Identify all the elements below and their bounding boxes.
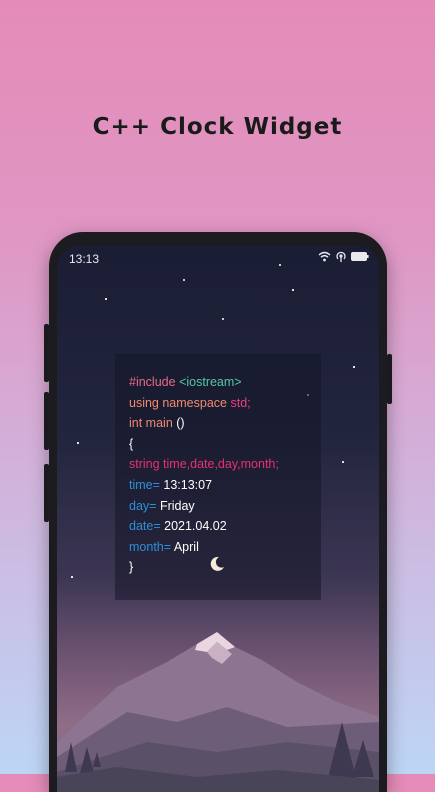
hotspot-icon: [336, 251, 346, 262]
star: [183, 279, 185, 281]
code-line-day: day= Friday: [129, 496, 279, 517]
code-line-month: month= April: [129, 537, 279, 558]
namespace-std: std;: [230, 395, 251, 410]
main-parens: (): [176, 416, 185, 431]
time-value: 13:13:07: [163, 477, 213, 492]
code-line-string-decl: string time,date,day,month;: [129, 457, 279, 472]
code-line-using: using namespace std;: [129, 393, 279, 414]
phone-side-button: [44, 464, 49, 522]
battery-icon: [351, 251, 369, 261]
star: [71, 576, 73, 578]
star: [342, 461, 344, 463]
code-line-main: int main (): [129, 413, 279, 434]
star: [222, 318, 224, 320]
clock-widget[interactable]: #include <iostream> using namespace std;…: [129, 372, 279, 578]
code-line-close-brace: }: [129, 560, 134, 575]
phone-side-button: [44, 392, 49, 450]
month-value: April: [173, 539, 199, 554]
using-keyword: using namespace: [129, 395, 227, 410]
star: [105, 298, 107, 300]
date-label: date=: [129, 519, 161, 534]
promo-title: C++ Clock Widget: [92, 114, 343, 140]
phone-side-button: [44, 324, 49, 382]
wifi-icon: [318, 251, 331, 261]
star: [77, 442, 79, 444]
day-label: day=: [129, 498, 157, 513]
status-time: 13:13: [69, 252, 100, 266]
code-line-open-brace: {: [129, 436, 134, 451]
star: [292, 289, 294, 291]
mountain-landscape: [57, 592, 379, 792]
main-keyword: int main: [129, 416, 173, 431]
day-value: Friday: [159, 498, 195, 513]
code-line-time: time= 13:13:07: [129, 475, 279, 496]
moon-icon: [210, 556, 224, 571]
date-value: 2021.04.02: [164, 519, 227, 534]
star: [353, 366, 355, 368]
status-icons: [318, 250, 369, 262]
phone-frame: 13:13 #include <iostream> using namespac…: [44, 232, 392, 792]
code-line-date: date= 2021.04.02: [129, 516, 279, 537]
status-bar: 13:13: [57, 246, 379, 270]
include-library: <iostream>: [179, 375, 242, 389]
phone-screen: 13:13 #include <iostream> using namespac…: [57, 246, 379, 792]
include-keyword: #include: [129, 375, 176, 389]
month-label: month=: [129, 539, 172, 554]
time-label: time=: [129, 477, 160, 492]
phone-power-button: [387, 354, 392, 404]
code-line-include: #include <iostream>: [129, 372, 279, 393]
